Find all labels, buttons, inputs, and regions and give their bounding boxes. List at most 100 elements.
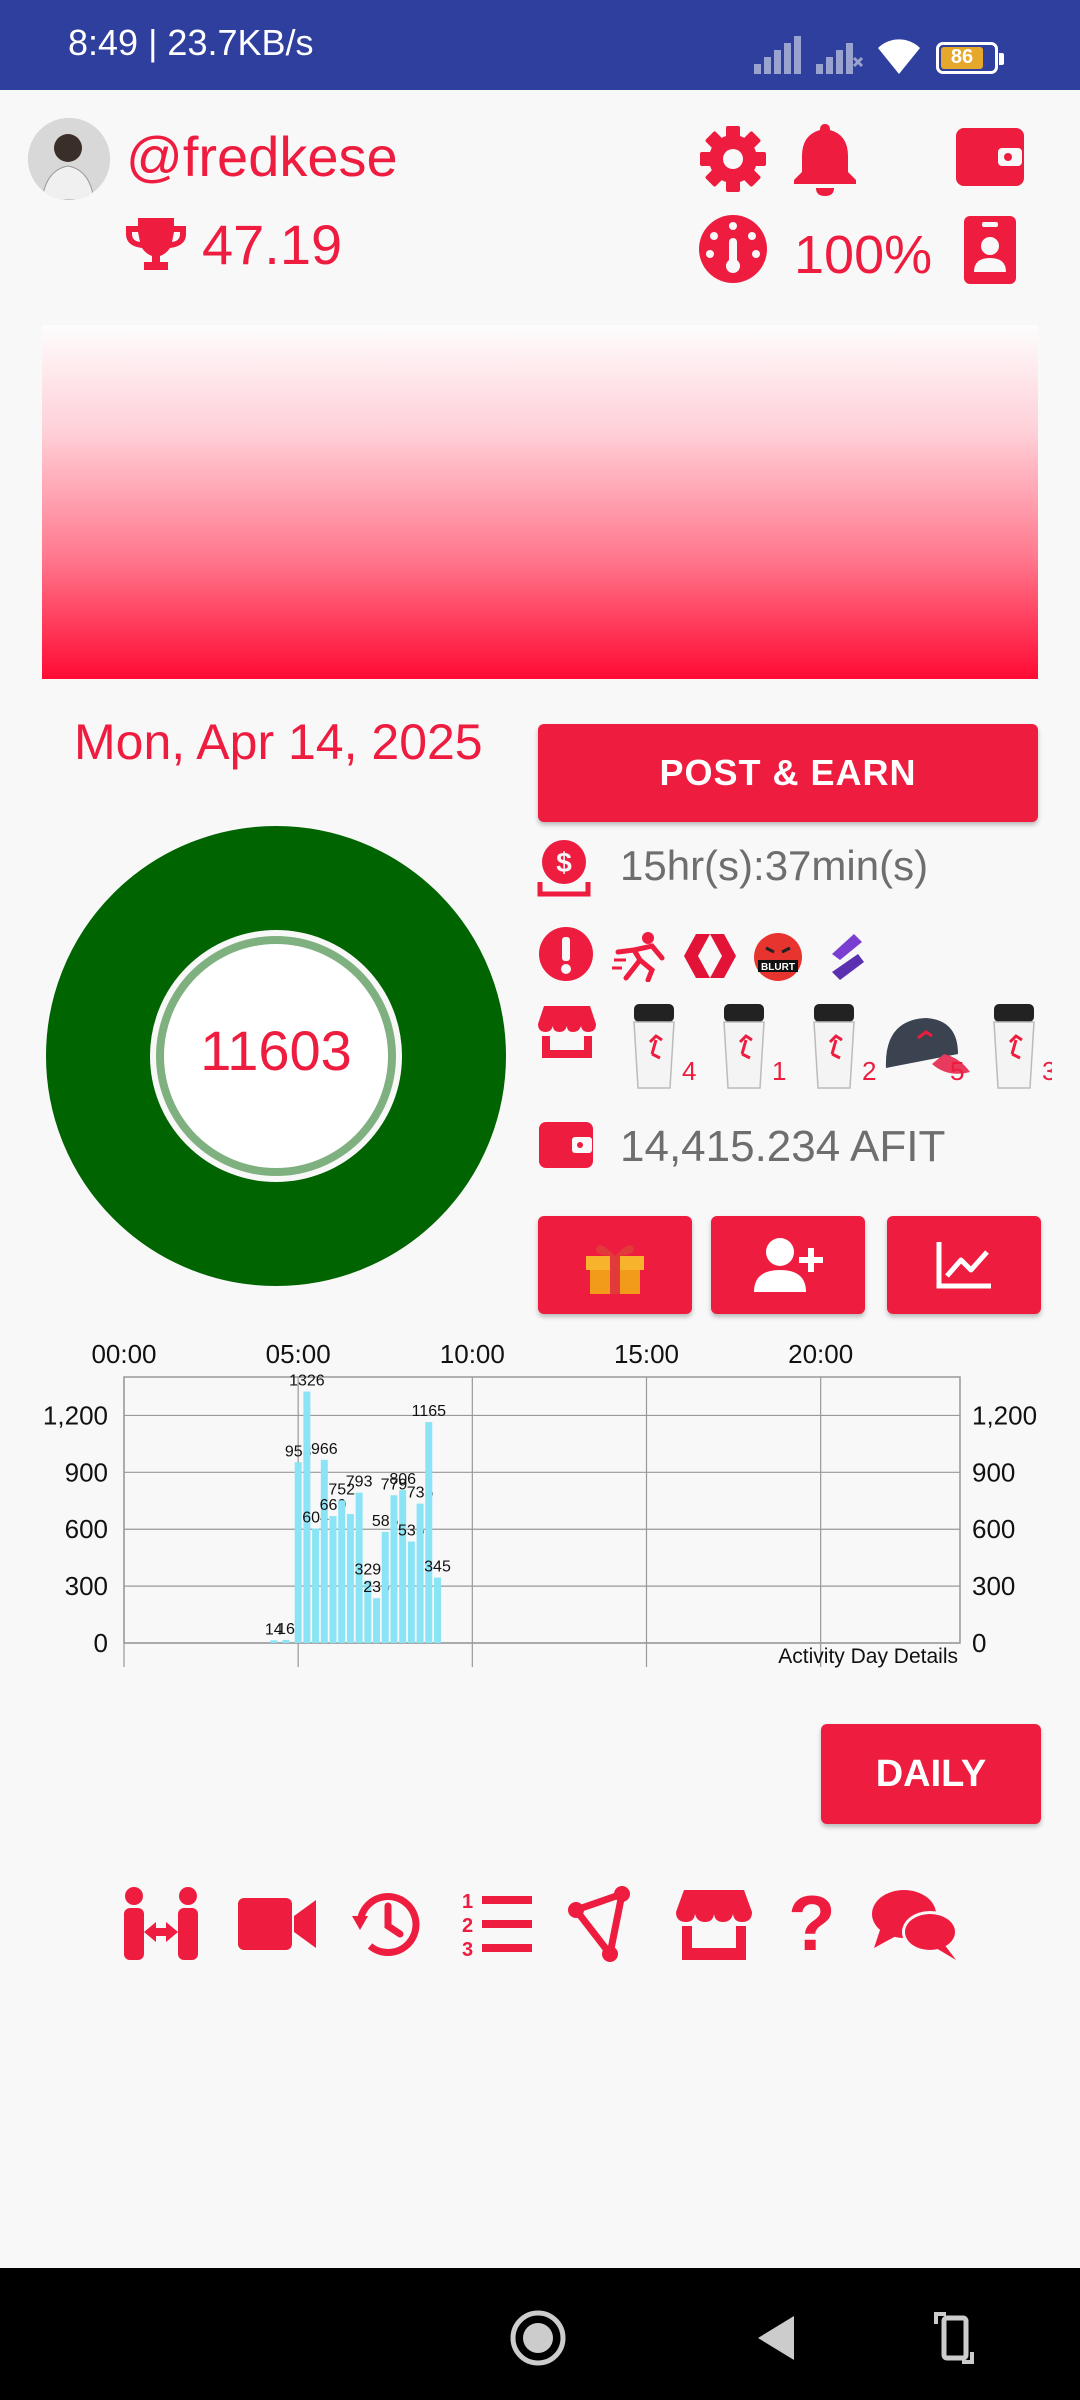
score-value: 47.19: [202, 213, 343, 276]
chart-bar: [294, 1462, 302, 1643]
store-icon[interactable]: [676, 1886, 752, 1962]
x-tick-label: 15:00: [614, 1339, 679, 1369]
y-tick-label-left: 0: [94, 1628, 108, 1658]
product-count: 4: [682, 1056, 697, 1086]
svg-text:BLURT: BLURT: [761, 962, 795, 973]
date-label[interactable]: Mon, Apr 14, 2025: [74, 713, 483, 771]
x-tick-label: 10:00: [440, 1339, 505, 1369]
chart-bar: [338, 1500, 346, 1643]
chart-bar: [416, 1503, 424, 1643]
friends-exchange-icon[interactable]: [118, 1886, 204, 1962]
bar-value-label: 793: [346, 1474, 373, 1491]
bar-value-label: 16: [277, 1621, 295, 1638]
chart-bar: [329, 1516, 337, 1643]
y-tick-label-right: 600: [972, 1514, 1015, 1544]
history-icon[interactable]: [350, 1886, 426, 1962]
wallet-icon[interactable]: [954, 124, 1026, 188]
battery-level: 86: [950, 46, 974, 68]
share-icon[interactable]: [566, 1886, 636, 1962]
chart-bar: [312, 1528, 320, 1643]
signal-icon: [754, 36, 801, 74]
add-friend-button[interactable]: [711, 1216, 865, 1314]
product-item[interactable]: 5: [878, 998, 978, 1098]
chart-frame: [123, 1376, 961, 1644]
add-user-icon: [754, 1238, 823, 1292]
gift-button[interactable]: [538, 1216, 692, 1314]
signal-2-icon: [816, 43, 864, 74]
post-earn-button[interactable]: POST & EARN: [538, 724, 1038, 822]
product-count: 1: [772, 1056, 787, 1086]
id-card-icon[interactable]: [962, 214, 1018, 286]
hive-icon[interactable]: [680, 930, 740, 982]
actifit-runner-icon[interactable]: [612, 930, 670, 982]
status-bar: 8:49 | 23.7KB/s 86: [0, 0, 1080, 90]
product-item[interactable]: 2: [808, 998, 888, 1098]
splinterlands-icon[interactable]: [826, 932, 866, 982]
bar-value-label: 345: [424, 1559, 451, 1576]
balance-wallet-icon: [539, 1122, 593, 1168]
shaker-icon: [633, 1004, 675, 1089]
steps-count: 11603: [200, 1019, 352, 1082]
shaker-icon: [723, 1004, 765, 1089]
shaker-icon: [813, 1004, 855, 1089]
bar-value-label: 1326: [289, 1373, 325, 1390]
help-icon[interactable]: ?: [788, 1878, 836, 1969]
product-item[interactable]: 1: [718, 998, 798, 1098]
chart-bar: [425, 1422, 433, 1643]
y-tick-label-right: 0: [972, 1628, 986, 1658]
products-strip[interactable]: 4 1 2 5 3: [620, 998, 1052, 1098]
y-tick-label-left: 900: [65, 1457, 108, 1487]
svg-text:2: 2: [462, 1915, 473, 1937]
product-item[interactable]: 4: [628, 998, 708, 1098]
chart-bar: [434, 1577, 441, 1643]
bar-value-label: 966: [311, 1441, 338, 1458]
chart-bar: [373, 1598, 381, 1643]
svg-text:3: 3: [462, 1939, 473, 1961]
settings-gear-icon[interactable]: [698, 124, 768, 194]
svg-text:$: $: [556, 847, 572, 878]
username[interactable]: @fredkese: [126, 124, 398, 189]
shaker-icon: [993, 1004, 1035, 1089]
wifi-icon: [878, 39, 920, 74]
x-tick-label: 20:00: [788, 1339, 853, 1369]
activity-chart[interactable]: 0 0 300 300 600 600 900 900 1,200 1,200 00:00 05:00…: [0, 1335, 1080, 1675]
avatar[interactable]: [28, 118, 110, 200]
chart-bar: [407, 1541, 415, 1643]
y-tick-label-right: 1,200: [972, 1400, 1037, 1430]
speedometer-icon[interactable]: [698, 214, 768, 284]
power-percent: 100%: [794, 225, 933, 285]
chart-bar: [399, 1490, 407, 1643]
bell-icon[interactable]: [790, 122, 860, 196]
y-tick-label-left: 600: [65, 1514, 108, 1544]
daily-button[interactable]: DAILY: [821, 1724, 1041, 1824]
blurt-icon[interactable]: BLURT: [752, 930, 804, 984]
battery-icon: 86: [936, 42, 1004, 74]
y-tick-label-right: 300: [972, 1571, 1015, 1601]
chart-bar: [346, 1514, 354, 1643]
shop-icon[interactable]: [538, 1004, 596, 1060]
payout-timer-icon: $: [537, 840, 591, 897]
bar-value-label: 1165: [412, 1403, 447, 1420]
y-tick-label-left: 1,200: [43, 1400, 108, 1430]
system-nav-bar: [0, 2268, 1080, 2400]
alert-icon[interactable]: [538, 926, 594, 982]
product-count: 5: [950, 1056, 965, 1086]
line-chart-icon: [936, 1242, 991, 1289]
payout-countdown: 15hr(s):37min(s): [620, 842, 929, 889]
leaderboard-list-icon[interactable]: 1 2 3: [458, 1886, 534, 1962]
chart-bar: [320, 1459, 328, 1643]
back-nav-icon[interactable]: [754, 2312, 798, 2364]
home-nav-icon[interactable]: [510, 2310, 566, 2366]
stats-button[interactable]: [887, 1216, 1041, 1314]
chart-bar: [381, 1531, 389, 1643]
chart-bar: [270, 1640, 278, 1643]
rotate-screen-icon[interactable]: [934, 2310, 974, 2366]
product-count: 2: [862, 1056, 877, 1086]
chart-bar: [282, 1639, 290, 1643]
status-time: 8:49 | 23.7KB/s: [68, 22, 314, 63]
bar-value-label: 329: [354, 1562, 381, 1579]
product-item[interactable]: 3: [988, 998, 1052, 1098]
chat-icon[interactable]: [870, 1886, 960, 1962]
chart-annotation: Activity Day Details: [778, 1645, 958, 1668]
video-icon[interactable]: [236, 1894, 318, 1954]
